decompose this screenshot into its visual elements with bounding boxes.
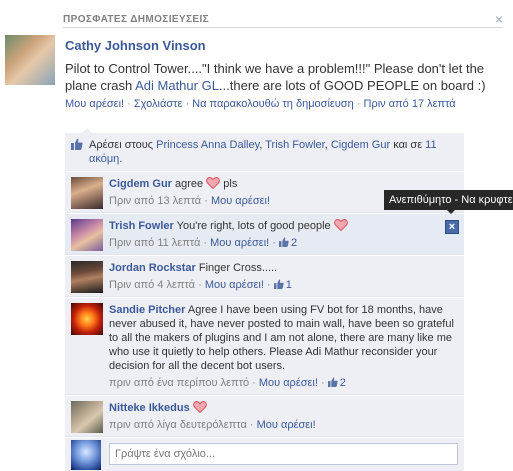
post-author-avatar[interactable] [5,35,55,85]
comment-timestamp: πριν από λίγα δευτερόλεπτα [109,419,247,431]
hide-tooltip: Ανεπιθύμητο - Να κρυφτεί [384,190,513,210]
commenter-name[interactable]: Trish Fowler [109,220,174,232]
comments-box: Αρέσει στους Princess Anna Dalley, Trish… [65,133,464,471]
comment: Nitteke Ikkedus πριν από λίγα δευτερόλεπ… [65,395,464,437]
section-title: ΠΡΟΣΦΑΤΕΣ ΔΗΜΟΣΙΕΥΣΕΙΣ [63,14,214,25]
thumbs-up-icon [278,237,289,247]
separator: · [182,98,193,110]
thumbs-up-icon [71,138,83,150]
comment-like-count[interactable]: 2 [327,377,346,389]
comment-body: Trish Fowler You're right, lots of good … [109,219,458,233]
comment-timestamp: Πριν από 13 λεπτά [109,195,202,207]
comment-like-count[interactable]: 1 [273,279,292,291]
post: Cathy Johnson Vinson Pilot to Control To… [65,38,495,111]
comment-like-link[interactable]: Μου αρέσει! [205,279,264,291]
heart-icon [192,401,207,413]
tooltip-arrow [447,210,455,214]
comment-timestamp: Πριν από 11 λεπτά [109,237,201,249]
commenter-name[interactable]: Sandie Pitcher [109,304,185,316]
comment-like-link[interactable]: Μου αρέσει! [257,419,316,431]
comment-input[interactable] [109,443,458,465]
likes-prefix: Αρέσει στους [89,139,157,151]
comment-timestamp: Πριν από 4 λεπτά [109,279,196,291]
current-user-avatar [71,440,101,470]
liker-link[interactable]: Princess Anna Dalley [156,139,259,151]
comment-timestamp: πριν από ένα περίπου λεπτό [109,377,250,389]
like-count: 1 [285,279,292,291]
comment-like-count[interactable]: 2 [278,237,298,249]
like-count: 2 [290,237,298,249]
commenter-avatar[interactable] [71,401,103,433]
post-text: Pilot to Control Tower...."I think we ha… [65,60,495,94]
like-count: 2 [339,377,346,389]
comment-like-link[interactable]: Μου αρέσει! [210,237,269,249]
post-actions: Μου αρέσει! · Σχολιάστε · Να παρακολουθώ… [65,97,495,111]
likes-suffix: . [119,153,123,165]
post-timestamp[interactable]: Πριν από 17 λεπτά [364,98,456,110]
post-mention-link[interactable]: Adi Mathur GL [135,78,219,93]
heart-icon [333,219,348,231]
like-link[interactable]: Μου αρέσει! [65,98,124,110]
comment-body: Sandie Pitcher Agree I have been using F… [109,303,458,373]
comment-like-link[interactable]: Μου αρέσει! [211,195,270,207]
post-text-part: ...there are lots of GOOD PEOPLE on boar… [218,78,486,93]
comment-text: Finger Cross..... [195,262,278,274]
separator: · [124,98,134,110]
close-icon[interactable]: × [495,12,503,26]
hide-comment-button[interactable]: × [445,220,459,234]
comment: Sandie Pitcher Agree I have been using F… [65,297,464,395]
likes-summary: Αρέσει στους Princess Anna Dalley, Trish… [65,133,464,171]
liker-link[interactable]: Cigdem Gur [331,139,390,151]
comment: Jordan Rockstar Finger Cross..... Πριν α… [65,255,464,297]
comment-meta: πριν από λίγα δευτερόλεπτα · Μου αρέσει! [109,419,316,431]
comment-link[interactable]: Σχολιάστε [134,98,183,110]
commenter-avatar[interactable] [71,261,103,293]
comment-body: Cigdem Gur agree pls [109,177,458,191]
separator: · [353,98,364,110]
section-header: ΠΡΟΣΦΑΤΕΣ ΔΗΜΟΣΙΕΥΣΕΙΣ × [63,12,503,28]
thumbs-up-icon [273,279,284,289]
comment-text: agree [171,178,207,190]
commenter-name[interactable]: Nitteke Ikkedus [109,402,190,414]
comment-body: Jordan Rockstar Finger Cross..... [109,261,458,275]
heart-icon [206,177,221,189]
commenter-avatar[interactable] [71,303,103,335]
commenter-name[interactable]: Jordan Rockstar [109,262,196,274]
likes-and-text: και σε [390,139,426,151]
comment-text: You're right, lots of good people [173,220,334,232]
comment-body: Nitteke Ikkedus [109,401,458,415]
comment-text: pls [220,178,238,190]
commenter-avatar[interactable] [71,177,103,209]
follow-post-link[interactable]: Να παρακολουθώ τη δημοσίευση [192,98,354,110]
thumbs-up-icon [327,377,338,387]
comment-composer [65,437,464,471]
comment-meta: Πριν από 11 λεπτά · Μου αρέσει! · 2 [109,237,298,249]
comment-meta: πριν από ένα περίπου λεπτό · Μου αρέσει!… [109,377,346,389]
liker-link[interactable]: Trish Fowler [265,139,325,151]
comment-like-link[interactable]: Μου αρέσει! [259,377,318,389]
commenter-name[interactable]: Cigdem Gur [109,178,172,190]
post-author-name[interactable]: Cathy Johnson Vinson [65,38,495,54]
commenter-avatar[interactable] [71,219,103,251]
comment: Trish Fowler You're right, lots of good … [65,213,464,255]
comment-meta: Πριν από 4 λεπτά · Μου αρέσει! · 1 [109,279,292,291]
